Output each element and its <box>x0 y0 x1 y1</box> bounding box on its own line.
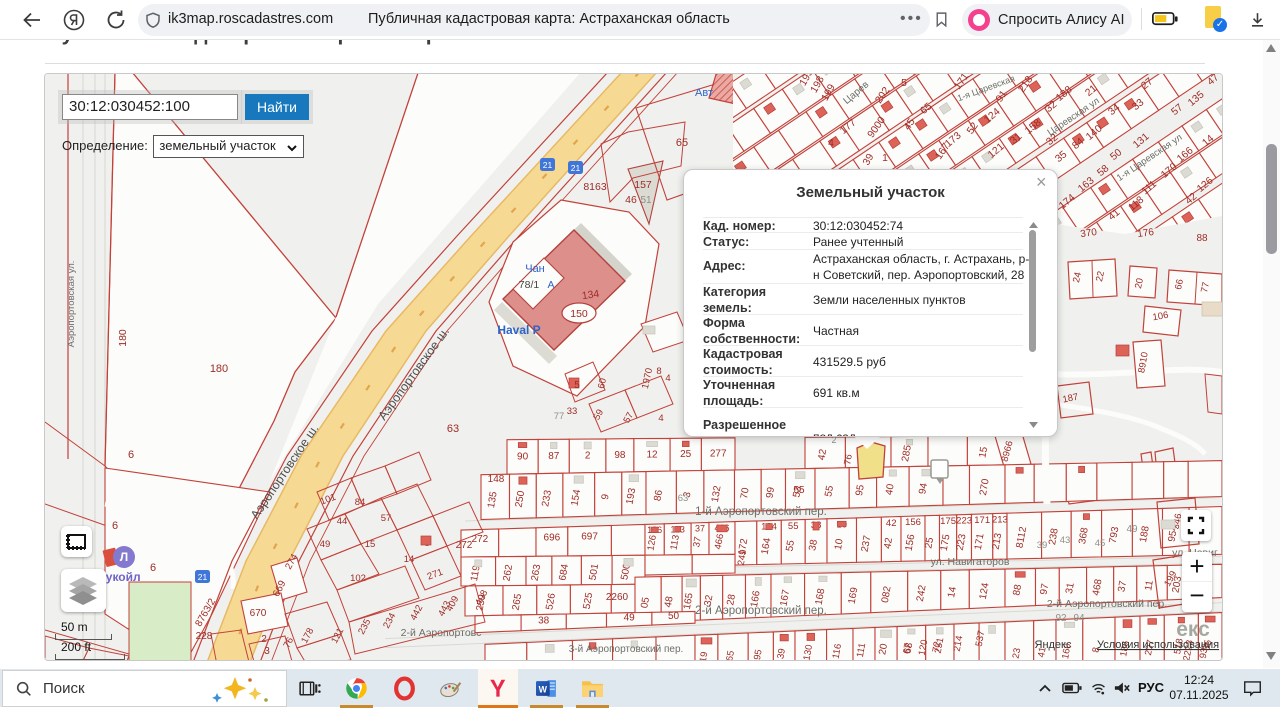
svg-text:37: 37 <box>691 536 704 548</box>
svg-text:213: 213 <box>992 514 1008 525</box>
svg-text:49: 49 <box>1126 524 1138 535</box>
svg-text:2-й Аэропортовский пер.: 2-й Аэропортовский пер. <box>1047 598 1167 610</box>
svg-text:63: 63 <box>678 493 689 504</box>
svg-text:4: 4 <box>665 373 670 384</box>
svg-text:39: 39 <box>1037 540 1048 551</box>
svg-text:2260: 2260 <box>606 592 629 603</box>
svg-text:45: 45 <box>1095 538 1106 549</box>
svg-text:42: 42 <box>886 518 897 529</box>
svg-text:175: 175 <box>940 516 956 527</box>
svg-text:Haval P: Haval P <box>497 323 540 337</box>
svg-text:екс: екс <box>1176 618 1210 641</box>
svg-text:39: 39 <box>775 648 788 660</box>
svg-text:65: 65 <box>724 650 737 661</box>
svg-text:20: 20 <box>1133 277 1146 290</box>
svg-text:8163: 8163 <box>583 181 607 193</box>
svg-text:46: 46 <box>625 194 637 206</box>
svg-text:180: 180 <box>210 363 228 375</box>
svg-text:4: 4 <box>828 138 834 149</box>
svg-text:W: W <box>539 685 548 695</box>
svg-text:2-й Аэропортовский пер.: 2-й Аэропортовский пер. <box>695 605 827 617</box>
svg-text:38: 38 <box>538 615 550 626</box>
svg-text:88: 88 <box>1196 233 1208 244</box>
svg-text:49: 49 <box>320 539 331 550</box>
svg-text:8: 8 <box>656 366 661 377</box>
svg-text:228: 228 <box>196 631 213 642</box>
svg-text:33: 33 <box>567 406 578 417</box>
svg-text:134: 134 <box>581 288 600 302</box>
svg-text:4: 4 <box>658 413 663 424</box>
svg-text:5: 5 <box>901 78 907 89</box>
svg-text:ул. Навигаторов: ул. Навигаторов <box>931 556 1010 568</box>
svg-text:78/1: 78/1 <box>519 279 540 291</box>
svg-text:49: 49 <box>624 613 636 624</box>
svg-text:148: 148 <box>488 474 505 485</box>
svg-text:6: 6 <box>112 520 118 532</box>
svg-text:55: 55 <box>788 521 799 532</box>
svg-text:180: 180 <box>117 329 129 347</box>
svg-text:157: 157 <box>634 179 652 191</box>
svg-text:Яндекс: Яндекс <box>1035 639 1072 651</box>
svg-text:92: 92 <box>1055 613 1067 624</box>
svg-text:95: 95 <box>752 649 765 661</box>
svg-text:94: 94 <box>1073 613 1085 624</box>
svg-text:77: 77 <box>1199 281 1212 294</box>
svg-text:51: 51 <box>640 195 652 206</box>
svg-text:223: 223 <box>956 516 972 527</box>
svg-text:77: 77 <box>554 411 565 422</box>
svg-text:156: 156 <box>905 517 921 528</box>
svg-text:6: 6 <box>150 562 156 574</box>
svg-text:670: 670 <box>250 608 267 619</box>
svg-text:66: 66 <box>1173 278 1186 291</box>
svg-text:65: 65 <box>676 137 688 149</box>
svg-text:21: 21 <box>198 572 208 582</box>
svg-text:277: 277 <box>710 449 727 460</box>
svg-text:44: 44 <box>337 516 348 527</box>
svg-text:87: 87 <box>548 451 560 462</box>
svg-text:67: 67 <box>901 642 914 654</box>
svg-text:2: 2 <box>585 451 591 462</box>
svg-text:Чан: Чан <box>525 263 545 275</box>
svg-text:Авт: Авт <box>695 87 713 99</box>
svg-text:63: 63 <box>447 423 459 435</box>
svg-text:Условия использования: Условия использования <box>1097 639 1219 651</box>
svg-text:2: 2 <box>261 634 267 645</box>
svg-text:3: 3 <box>264 646 270 657</box>
svg-text:6: 6 <box>128 449 134 461</box>
svg-text:696: 696 <box>544 532 561 543</box>
svg-text:50: 50 <box>668 611 680 622</box>
svg-text:А: А <box>547 279 554 291</box>
svg-text:Л: Л <box>120 550 128 564</box>
svg-text:1-й Аэропортовский пер.: 1-й Аэропортовский пер. <box>695 506 827 518</box>
svg-text:697: 697 <box>581 532 598 543</box>
svg-text:43: 43 <box>1060 535 1071 546</box>
svg-text:Аэропортовская ул.: Аэропортовская ул. <box>66 261 77 348</box>
svg-text:171: 171 <box>974 515 990 526</box>
svg-text:37: 37 <box>695 524 705 534</box>
svg-text:23: 23 <box>1011 647 1024 659</box>
svg-text:5: 5 <box>574 380 580 391</box>
svg-text:25: 25 <box>680 449 692 460</box>
svg-text:55: 55 <box>793 485 805 496</box>
svg-text:12: 12 <box>646 450 658 461</box>
svg-text:76: 76 <box>842 453 855 465</box>
svg-text:98: 98 <box>614 450 626 461</box>
svg-text:1: 1 <box>882 153 888 164</box>
svg-text:21: 21 <box>543 160 553 170</box>
svg-text:24: 24 <box>1071 271 1084 284</box>
svg-text:150: 150 <box>570 308 588 320</box>
svg-text:3-й Аэропортовский пер.: 3-й Аэропортовский пер. <box>569 644 684 655</box>
svg-text:21: 21 <box>571 163 581 173</box>
svg-text:60: 60 <box>596 377 609 390</box>
svg-text:22: 22 <box>1094 270 1107 283</box>
svg-text:90: 90 <box>517 452 529 463</box>
